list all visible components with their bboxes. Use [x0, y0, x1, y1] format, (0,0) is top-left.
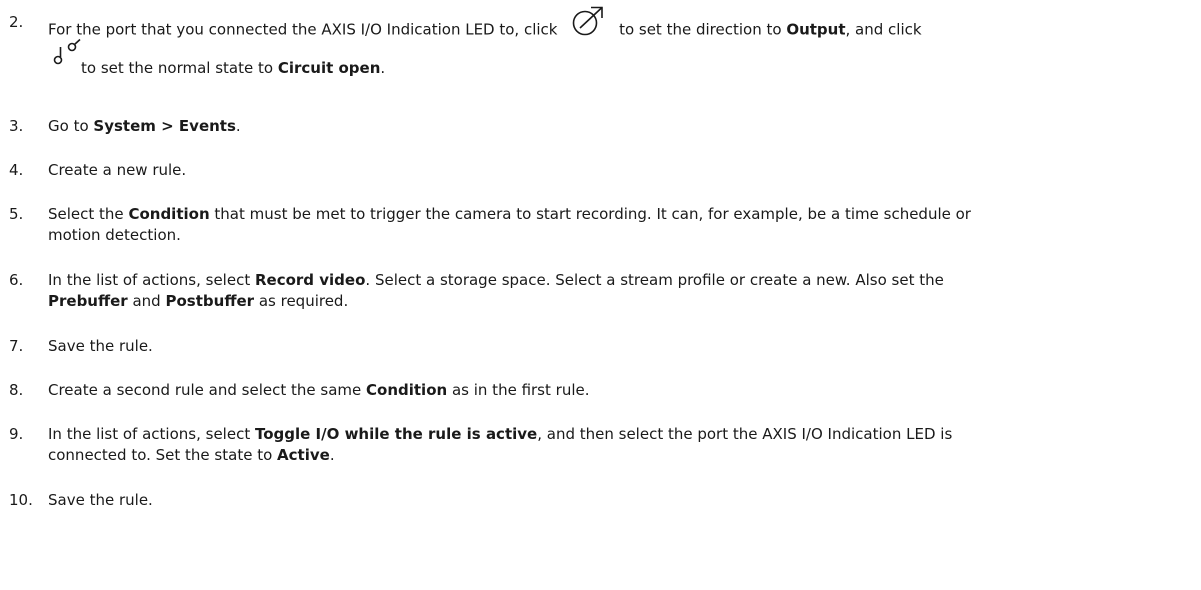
- step-number: 4.: [9, 161, 24, 179]
- step-text: Go to: [48, 117, 89, 135]
- instruction-page: 2. For the port that you connected the A…: [0, 0, 1201, 590]
- step-text: , and then select the port the AXIS I/O …: [537, 425, 953, 443]
- step-text: .: [380, 59, 386, 77]
- step-text: .: [329, 446, 335, 464]
- step-9: 9. In the list of actions, select Toggle…: [9, 424, 1189, 466]
- step-2: 2. For the port that you connected the A…: [9, 6, 1189, 82]
- step-text: , and click: [845, 20, 922, 39]
- condition-term: Condition: [128, 205, 210, 223]
- postbuffer-term: Postbuffer: [165, 292, 255, 310]
- step-number: 5.: [9, 205, 24, 223]
- step-number: 3.: [9, 117, 24, 135]
- step-text: Create a new rule.: [48, 161, 187, 179]
- step-3: 3. Go to System > Events.: [9, 116, 1189, 137]
- record-video-term: Record video: [254, 271, 366, 289]
- step-4: 4. Create a new rule.: [9, 160, 1189, 181]
- step-number: 9.: [9, 425, 24, 443]
- step-text: In the list of actions, select: [48, 271, 251, 289]
- direction-value: Output: [786, 20, 846, 39]
- step-6: 6. In the list of actions, select Record…: [9, 270, 1189, 312]
- step-text: Create a second rule and select the same: [48, 381, 362, 399]
- step-number: 7.: [9, 337, 24, 355]
- condition-term: Condition: [366, 381, 448, 399]
- state-value: Circuit open: [277, 59, 381, 77]
- step-text: connected to. Set the state to: [48, 446, 273, 464]
- step-text: and: [132, 292, 161, 310]
- step-text: to set the normal state to: [81, 59, 274, 77]
- step-text: Save the rule.: [48, 337, 153, 355]
- step-7: 7. Save the rule.: [9, 336, 1189, 357]
- step-text: . Select a storage space. Select a strea…: [365, 271, 944, 289]
- step-number: 6.: [9, 271, 24, 289]
- step-text: as in the first rule.: [451, 381, 590, 399]
- step-10: 10. Save the rule.: [9, 490, 1189, 511]
- step-text: as required.: [258, 292, 349, 310]
- active-term: Active: [277, 446, 330, 464]
- menu-path: System > Events: [93, 117, 236, 135]
- step-number: 2.: [9, 13, 24, 31]
- step-8: 8. Create a second rule and select the s…: [9, 380, 1189, 401]
- step-text: Select the: [48, 205, 124, 223]
- step-number: 10.: [9, 491, 33, 509]
- step-text: In the list of actions, select: [48, 425, 251, 443]
- step-text: motion detection.: [48, 226, 181, 244]
- step-text: For the port that you connected the AXIS…: [48, 20, 558, 39]
- output-direction-icon: [570, 6, 606, 42]
- step-text: Save the rule.: [48, 491, 153, 509]
- step-text: to set the direction to: [619, 20, 782, 39]
- step-text: .: [235, 117, 241, 135]
- prebuffer-term: Prebuffer: [48, 292, 128, 310]
- step-text: that must be met to trigger the camera t…: [214, 205, 971, 223]
- toggle-io-term: Toggle I/O while the rule is active: [254, 425, 538, 443]
- circuit-open-switch-icon: [52, 38, 82, 72]
- step-5: 5. Select the Condition that must be met…: [9, 204, 1189, 246]
- step-number: 8.: [9, 381, 24, 399]
